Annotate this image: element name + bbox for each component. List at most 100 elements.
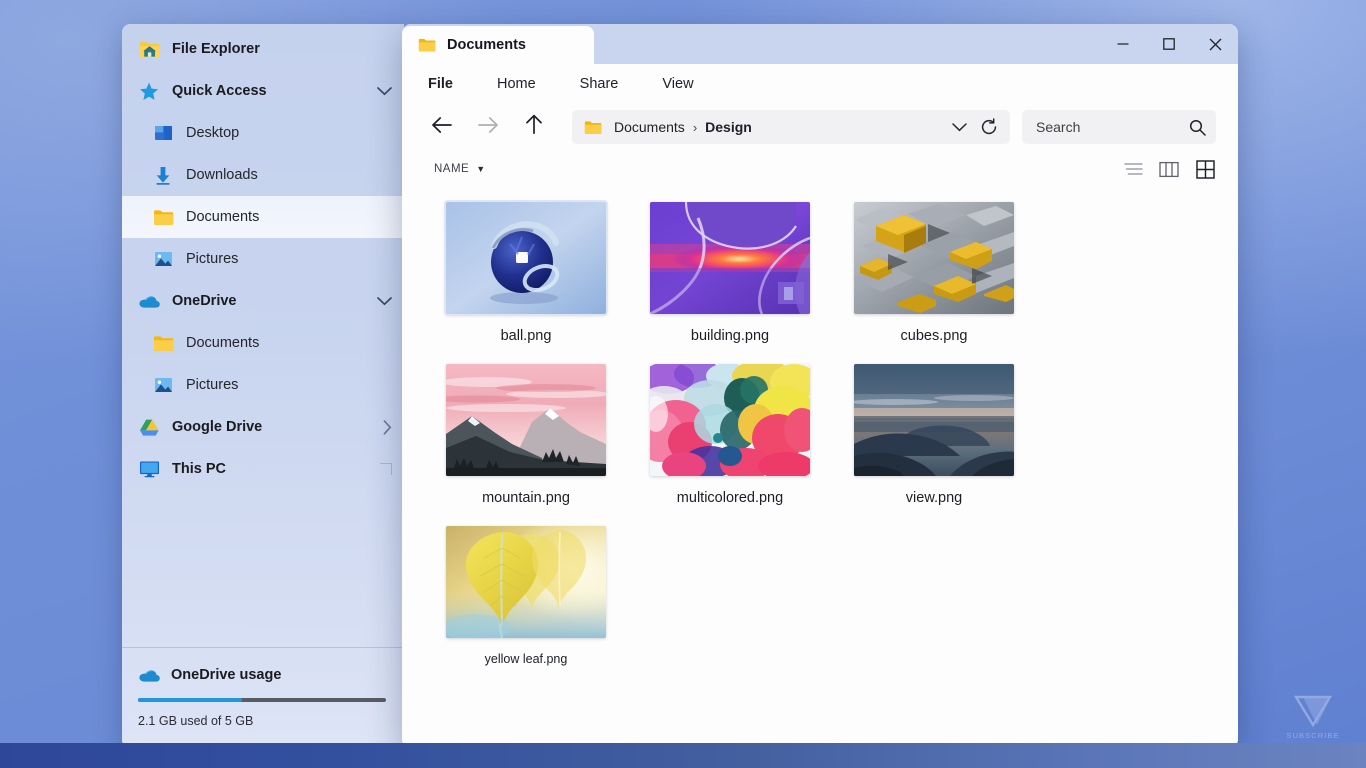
file-thumbnail-multicolored bbox=[650, 364, 810, 476]
minimize-button[interactable] bbox=[1100, 24, 1146, 64]
tab-documents[interactable]: Documents bbox=[402, 26, 594, 64]
view-toggle-group bbox=[1122, 158, 1216, 180]
folder-home-icon bbox=[138, 38, 160, 60]
folder-icon bbox=[152, 206, 174, 228]
search-icon[interactable] bbox=[1189, 119, 1206, 136]
folder-icon bbox=[584, 120, 602, 135]
desktop-icon bbox=[152, 122, 174, 144]
sort-column-label: NAME bbox=[434, 163, 469, 175]
onedrive-cloud-icon bbox=[138, 290, 160, 312]
file-thumbnail-leaf bbox=[446, 526, 606, 638]
file-tile[interactable]: ball.png bbox=[424, 196, 628, 358]
menu-item-home[interactable]: Home bbox=[497, 76, 562, 92]
file-tile[interactable]: yellow leaf.png bbox=[424, 520, 628, 680]
sidebar-item-label: OneDrive bbox=[172, 293, 236, 309]
google-drive-icon bbox=[138, 416, 160, 438]
sidebar-item-documents-quick[interactable]: Documents bbox=[122, 196, 404, 238]
download-arrow-icon bbox=[152, 164, 174, 186]
file-thumbnail-cubes bbox=[854, 202, 1014, 314]
file-grid: ball.png bbox=[402, 188, 1238, 748]
file-name: mountain.png bbox=[482, 490, 570, 506]
sidebar-item-label: Google Drive bbox=[172, 419, 262, 435]
sidebar-item-downloads[interactable]: Downloads bbox=[122, 154, 404, 196]
columns-view-icon[interactable] bbox=[1158, 158, 1180, 180]
file-tile[interactable]: mountain.png bbox=[424, 358, 628, 520]
monitor-icon bbox=[138, 458, 160, 480]
resize-corner-mark bbox=[380, 463, 392, 475]
sidebar-item-onedrive[interactable]: OneDrive bbox=[122, 280, 404, 322]
file-name: multicolored.png bbox=[677, 490, 783, 506]
file-tile[interactable]: multicolored.png bbox=[628, 358, 832, 520]
search-placeholder: Search bbox=[1036, 119, 1080, 135]
file-name: cubes.png bbox=[901, 328, 968, 344]
onedrive-usage-header: OneDrive usage bbox=[138, 664, 388, 686]
sidebar-item-pictures-quick[interactable]: Pictures bbox=[122, 238, 404, 280]
file-name: ball.png bbox=[501, 328, 552, 344]
menu-item-file[interactable]: File bbox=[428, 76, 479, 92]
file-name: view.png bbox=[906, 490, 962, 506]
file-thumbnail-ball bbox=[446, 202, 606, 314]
file-explorer-window: Documents File Home Share View bbox=[402, 24, 1238, 748]
up-button[interactable] bbox=[514, 110, 554, 144]
folder-icon bbox=[418, 37, 436, 53]
onedrive-usage-progress-fill bbox=[138, 698, 242, 702]
sidebar-item-this-pc[interactable]: This PC bbox=[122, 448, 404, 490]
sidebar-item-google-drive[interactable]: Google Drive bbox=[122, 406, 404, 448]
sidebar-item-label: Downloads bbox=[186, 167, 258, 183]
breadcrumb-separator: › bbox=[693, 120, 697, 135]
picture-icon bbox=[152, 374, 174, 396]
chevron-right-icon[interactable] bbox=[383, 420, 392, 435]
search-input[interactable]: Search bbox=[1022, 110, 1216, 144]
menu-item-view[interactable]: View bbox=[662, 76, 719, 92]
refresh-icon[interactable] bbox=[976, 114, 1002, 140]
tab-label: Documents bbox=[447, 37, 526, 53]
menu-bar: File Home Share View bbox=[402, 64, 1238, 104]
sidebar-item-documents-onedrive[interactable]: Documents bbox=[122, 322, 404, 364]
sidebar-item-pictures-onedrive[interactable]: Pictures bbox=[122, 364, 404, 406]
sidebar-item-label: This PC bbox=[172, 461, 226, 477]
file-tile[interactable]: cubes.png bbox=[832, 196, 1036, 358]
file-tile[interactable]: view.png bbox=[832, 358, 1036, 520]
onedrive-usage-progressbar bbox=[138, 698, 386, 702]
forward-button[interactable] bbox=[468, 110, 508, 144]
onedrive-usage-panel: OneDrive usage 2.1 GB used of 5 GB bbox=[122, 647, 404, 748]
triangle-logo-icon bbox=[1293, 694, 1333, 728]
sidebar-header-label: File Explorer bbox=[172, 41, 260, 57]
sort-column-name[interactable]: NAME ▼ bbox=[434, 163, 486, 175]
back-button[interactable] bbox=[422, 110, 462, 144]
onedrive-cloud-icon bbox=[138, 664, 160, 686]
file-name: yellow leaf.png bbox=[485, 652, 568, 666]
grid-view-icon[interactable] bbox=[1194, 158, 1216, 180]
subscribe-watermark-text: SUBSCRIBE bbox=[1286, 731, 1339, 740]
breadcrumb-documents[interactable]: Documents bbox=[614, 119, 685, 135]
chevron-down-icon[interactable] bbox=[946, 114, 972, 140]
file-thumbnail-building bbox=[650, 202, 810, 314]
chevron-down-icon[interactable] bbox=[377, 87, 392, 96]
sidebar-item-label: Documents bbox=[186, 335, 259, 351]
file-thumbnail-mountain bbox=[446, 364, 606, 476]
desktop-bottom-band bbox=[0, 743, 1366, 768]
subscribe-watermark: SUBSCRIBE bbox=[1280, 688, 1346, 746]
back-arrow-icon bbox=[431, 116, 453, 139]
close-button[interactable] bbox=[1192, 24, 1238, 64]
sidebar-item-label: Quick Access bbox=[172, 83, 267, 99]
file-name: building.png bbox=[691, 328, 769, 344]
file-tile[interactable]: building.png bbox=[628, 196, 832, 358]
list-view-icon[interactable] bbox=[1122, 158, 1144, 180]
up-arrow-icon bbox=[525, 114, 543, 140]
window-titlebar: Documents bbox=[402, 24, 1238, 64]
sidebar-item-label: Pictures bbox=[186, 251, 238, 267]
onedrive-usage-title: OneDrive usage bbox=[171, 667, 281, 683]
sidebar-item-desktop[interactable]: Desktop bbox=[122, 112, 404, 154]
address-bar[interactable]: Documents › Design bbox=[572, 110, 1010, 144]
maximize-button[interactable] bbox=[1146, 24, 1192, 64]
menu-item-share[interactable]: Share bbox=[580, 76, 645, 92]
breadcrumb-design[interactable]: Design bbox=[705, 119, 752, 135]
file-thumbnail-view bbox=[854, 364, 1014, 476]
chevron-down-icon[interactable] bbox=[377, 297, 392, 306]
sidebar-item-quick-access[interactable]: Quick Access bbox=[122, 70, 404, 112]
sidebar-header-file-explorer[interactable]: File Explorer bbox=[122, 28, 404, 70]
folder-icon bbox=[152, 332, 174, 354]
address-bar-actions bbox=[946, 114, 1002, 140]
picture-icon bbox=[152, 248, 174, 270]
